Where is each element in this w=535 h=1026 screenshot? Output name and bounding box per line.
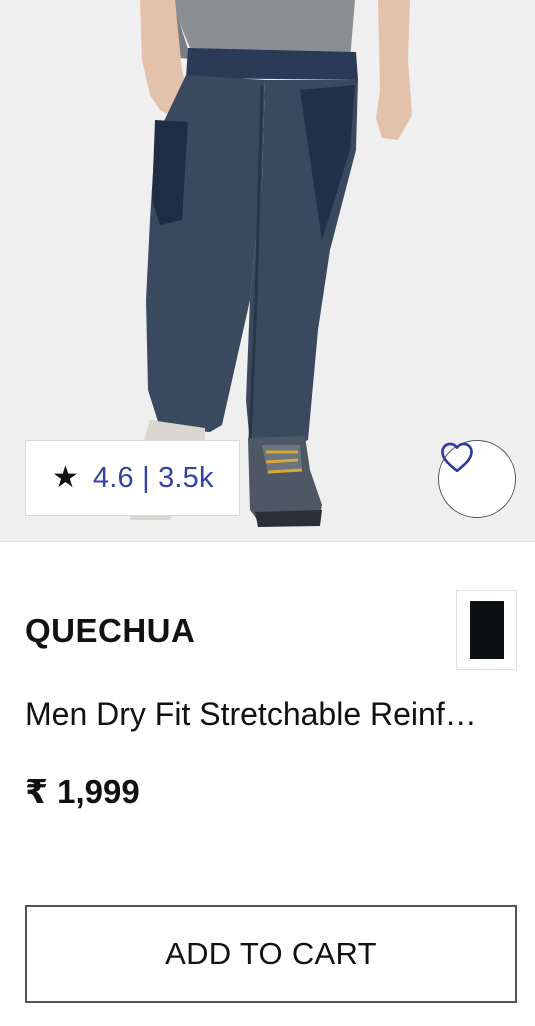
- product-price: ₹ 1,999: [25, 773, 140, 810]
- product-title[interactable]: Men Dry Fit Stretchable Reinf…: [25, 696, 505, 733]
- add-to-cart-button[interactable]: ADD TO CART: [25, 905, 517, 1003]
- rating-text: 4.6 | 3.5k: [92, 461, 214, 494]
- color-swatch[interactable]: [456, 590, 517, 670]
- brand-name: QUECHUA: [25, 612, 196, 649]
- product-image[interactable]: ★ 4.6 | 3.5k: [0, 0, 535, 541]
- divider: [0, 541, 535, 542]
- heart-outline-icon: [441, 442, 473, 473]
- swatch-fill: [469, 601, 504, 659]
- wishlist-button[interactable]: [438, 440, 516, 518]
- star-icon: ★: [52, 461, 79, 494]
- rating-badge[interactable]: ★ 4.6 | 3.5k: [25, 440, 240, 516]
